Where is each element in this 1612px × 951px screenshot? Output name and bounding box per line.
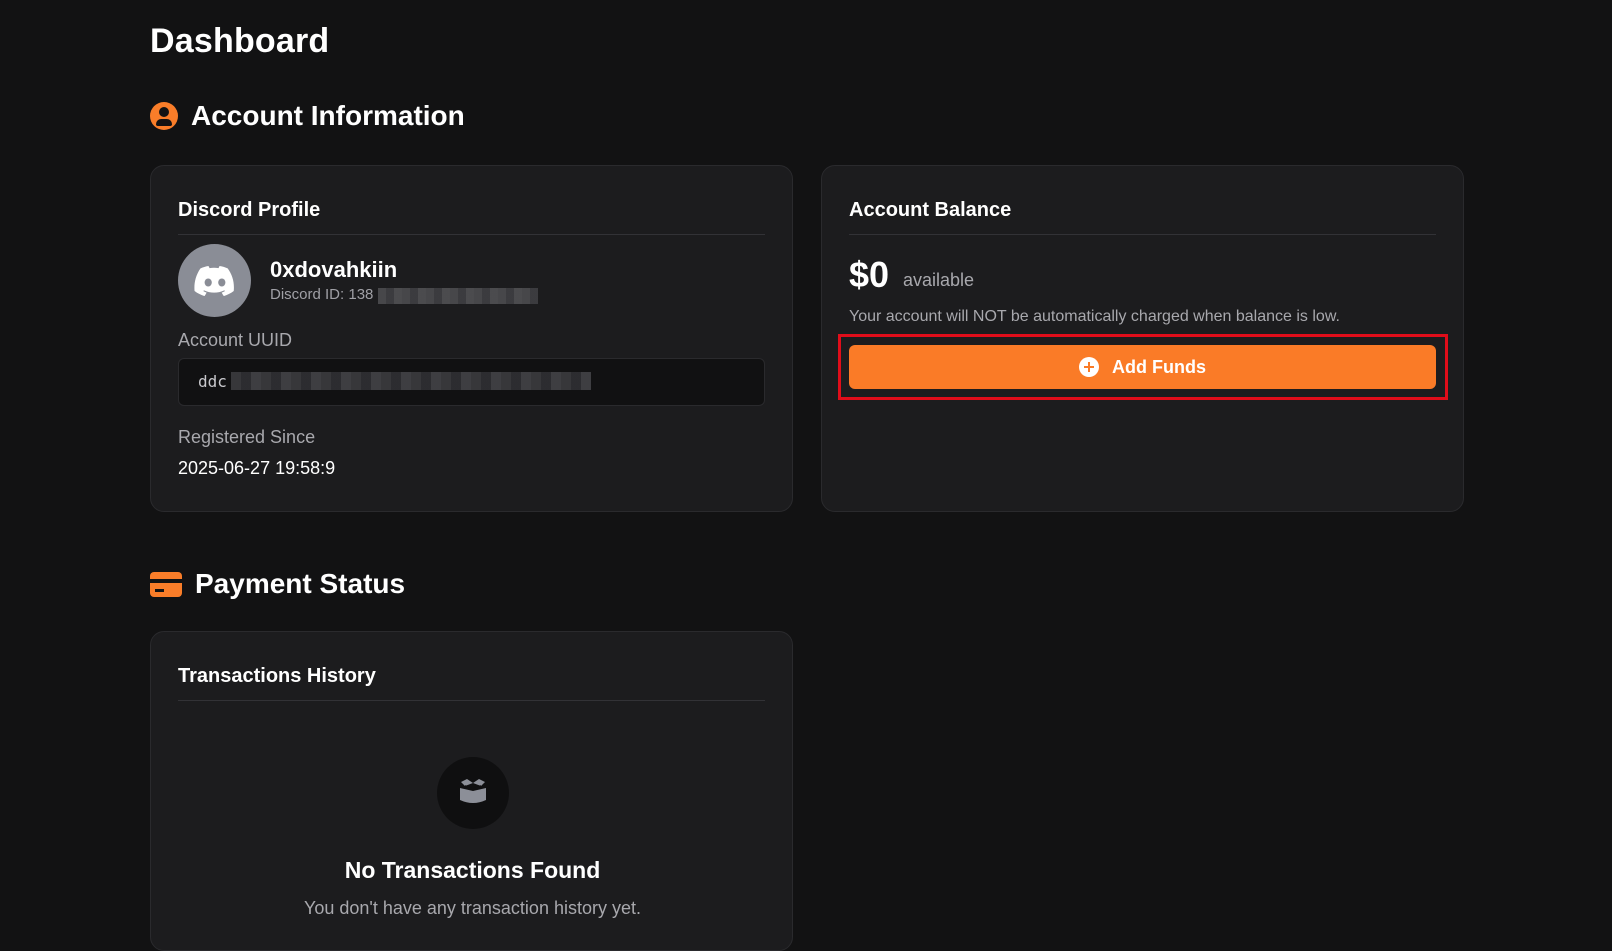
account-balance-title: Account Balance	[849, 199, 1012, 221]
plus-circle-icon	[1079, 357, 1099, 377]
redaction-blur	[378, 288, 538, 304]
discord-id: Discord ID: 138	[270, 286, 374, 303]
account-information-title: Account Information	[191, 100, 465, 131]
credit-card-icon	[150, 571, 182, 597]
discord-profile-title: Discord Profile	[178, 199, 321, 221]
payment-status-section-header: Payment Status	[150, 568, 405, 600]
registered-since-label: Registered Since	[178, 427, 316, 447]
user-circle-icon	[150, 102, 178, 130]
registered-since-value: 2025-06-27 19:58:9	[178, 458, 336, 478]
discord-profile-card: Discord Profile 0xdovahkiin Discord ID: …	[150, 165, 793, 512]
transactions-history-card: Transactions History No Transactions Fou…	[150, 631, 793, 951]
balance-amount: $0	[849, 254, 890, 295]
account-uuid-label: Account UUID	[178, 330, 293, 350]
dashboard-page: Dashboard Account Information Discord Pr…	[150, 0, 1464, 951]
add-funds-label: Add Funds	[1112, 356, 1206, 377]
account-uuid-field[interactable]: ddc	[178, 358, 765, 406]
empty-state-subtitle: You don't have any transaction history y…	[304, 898, 641, 918]
transactions-history-title: Transactions History	[178, 665, 376, 687]
discord-username: 0xdovahkiin	[270, 257, 398, 282]
card-divider	[178, 700, 765, 701]
account-balance-card: Account Balance $0 available Your accoun…	[821, 165, 1464, 512]
empty-state-title: No Transactions Found	[344, 857, 601, 883]
page-title: Dashboard	[150, 22, 330, 60]
card-divider	[178, 234, 765, 235]
account-information-section-header: Account Information	[150, 100, 465, 132]
discord-icon	[194, 266, 234, 296]
redaction-blur	[231, 372, 591, 390]
balance-available-label: available	[903, 270, 975, 290]
add-funds-button[interactable]: Add Funds	[849, 345, 1436, 389]
box-icon	[460, 779, 486, 803]
payment-status-title: Payment Status	[195, 568, 406, 599]
account-uuid-value: ddc	[198, 372, 227, 391]
card-divider	[849, 234, 1436, 235]
empty-state-icon-circle	[437, 757, 509, 829]
avatar	[178, 244, 251, 317]
auto-charge-note: Your account will NOT be automatically c…	[849, 308, 1340, 325]
